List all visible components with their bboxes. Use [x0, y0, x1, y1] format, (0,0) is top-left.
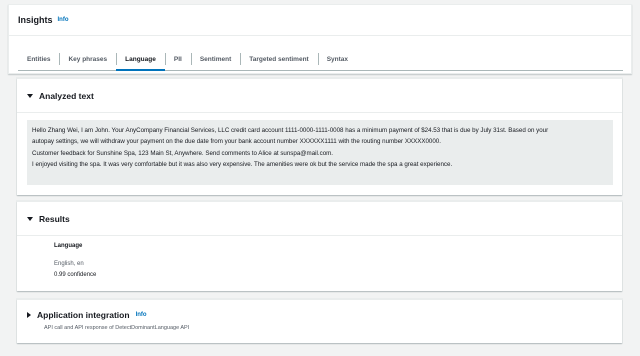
- analyzed-text-line: Customer feedback for Sunshine Spa, 123 …: [32, 149, 334, 157]
- integration-info-link[interactable]: Info: [136, 312, 147, 318]
- analyzed-text-title: Analyzed text: [39, 90, 94, 101]
- analyzed-text-line: I enjoyed visiting the spa. It was very …: [32, 161, 453, 169]
- analyzed-text-line: Hello Zhang Wei, I am John. Your AnyComp…: [32, 127, 549, 134]
- application-integration-description: API call and API response of DetectDomin…: [44, 325, 190, 331]
- results-title: Results: [39, 213, 70, 224]
- tab-label: Language: [125, 55, 156, 63]
- analyzed-text-box: Hello Zhang Wei, I am John. Your AnyComp…: [27, 120, 613, 185]
- tab-label: Syntax: [326, 55, 349, 63]
- results-section: Results Language English, en 0.99 confid…: [17, 201, 622, 291]
- insights-info-link[interactable]: Info: [58, 17, 69, 23]
- header-divider: [9, 35, 631, 36]
- language-field-values: English, en 0.99 confidence: [54, 259, 96, 281]
- tab-label: PII: [173, 55, 182, 63]
- analyzed-text-section: Analyzed text Hello Zhang Wei, I am John…: [17, 78, 622, 195]
- tab-targeted-sentiment[interactable]: Targeted sentiment: [240, 48, 317, 70]
- tab-pii[interactable]: PII: [164, 48, 191, 70]
- confidence-value: 0.99 confidence: [54, 272, 97, 278]
- tab-label: Key phrases: [68, 55, 108, 63]
- tab-sentiment[interactable]: Sentiment: [190, 48, 240, 70]
- analyzed-text-header[interactable]: Analyzed text: [17, 79, 622, 113]
- tab-language[interactable]: Language: [116, 48, 165, 71]
- tab-label: Entities: [27, 55, 51, 63]
- tab-entities[interactable]: Entities: [18, 48, 59, 70]
- insights-title: Insights: [18, 15, 53, 25]
- application-integration-title: Application integration: [37, 310, 130, 320]
- results-header[interactable]: Results: [17, 202, 622, 236]
- insights-panel: Insights Info Entities Key phrases Langu…: [8, 4, 632, 74]
- caret-down-icon: [27, 216, 33, 221]
- caret-right-icon: [27, 312, 31, 318]
- caret-down-icon: [27, 93, 33, 98]
- results-body: Language English, en 0.99 confidence: [54, 243, 96, 281]
- insights-tabs: Entities Key phrases Language PII Sentim…: [18, 48, 623, 71]
- tab-key-phrases[interactable]: Key phrases: [59, 48, 116, 70]
- analyzed-text-line: autopay settings, we will withdraw your …: [32, 138, 441, 146]
- application-integration-section: Application integration Info API call an…: [17, 299, 622, 343]
- language-field-label: Language: [54, 243, 83, 249]
- tab-label: Targeted sentiment: [249, 55, 309, 63]
- insights-header: Insights Info: [18, 13, 69, 27]
- page: Insights Info Entities Key phrases Langu…: [8, 4, 632, 352]
- tab-label: Sentiment: [199, 55, 232, 63]
- tab-syntax[interactable]: Syntax: [317, 48, 357, 70]
- language-value: English, en: [54, 261, 84, 267]
